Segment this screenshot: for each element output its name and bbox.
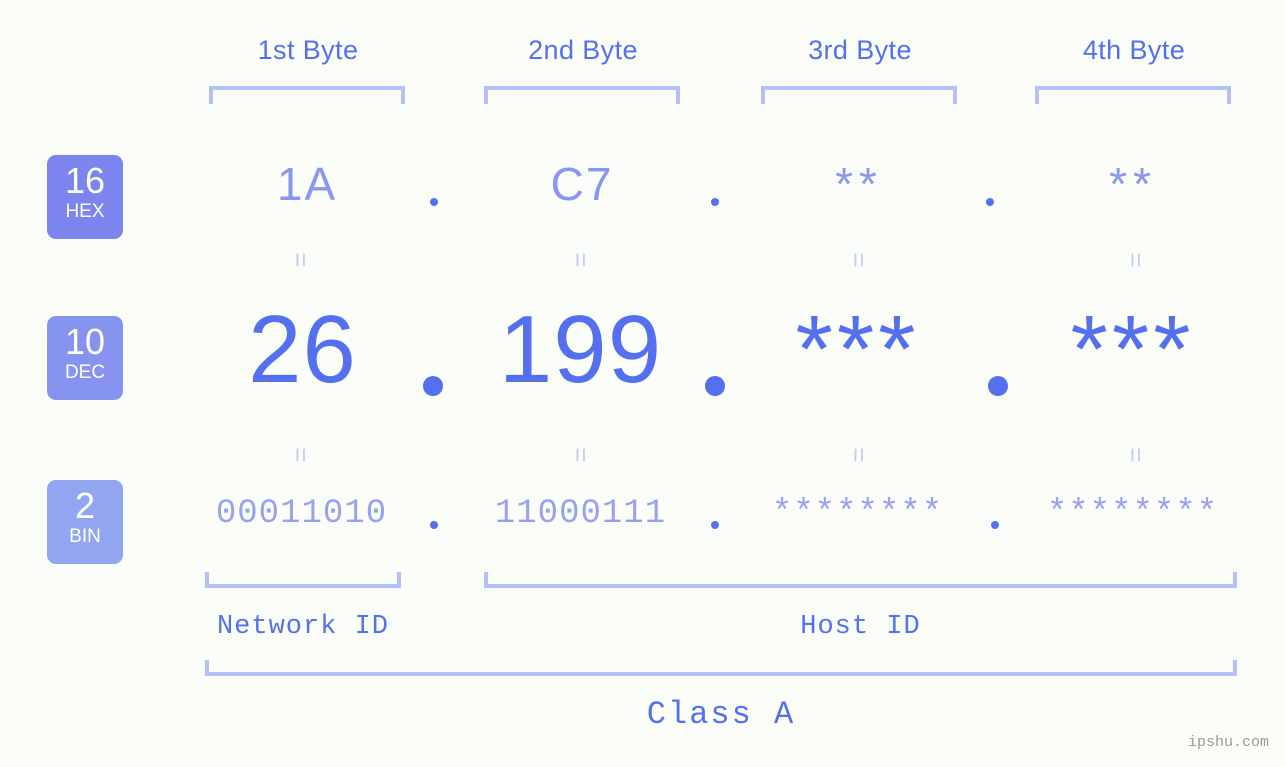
dec-separator-dot-3 [988,376,1008,396]
bin-byte-3: ******** [771,495,944,533]
watermark: ipshu.com [1187,734,1269,751]
dec-separator-dot-2 [705,376,725,396]
ip-address-diagram: 1st Byte 2nd Byte 3rd Byte 4th Byte 16 H… [0,0,1285,767]
bin-separator-dot-1 [430,521,438,529]
dec-byte-2: 199 [498,296,663,403]
network-id-bracket [205,572,401,588]
hex-separator-dot-2 [711,198,719,206]
class-label: Class A [646,696,796,733]
base-badge-bin-number: 2 [74,485,96,526]
bin-byte-4: ******** [1046,495,1219,533]
base-badge-dec-name: DEC [64,362,106,383]
hex-byte-2: C7 [550,158,614,210]
byte-header-4: 4th Byte [1082,35,1186,65]
bin-separator-dot-3 [991,521,999,529]
hex-byte-3: ** [835,158,883,210]
base-badge-hex-name: HEX [65,201,105,222]
hex-byte-1: 1A [276,158,338,210]
hex-separator-dot-1 [430,198,438,206]
network-id-label: Network ID [216,612,390,642]
connector-dec-bin-2: = [566,447,596,463]
connector-hex-dec-1: = [286,252,316,268]
bin-byte-2: 11000111 [494,495,667,533]
connector-hex-dec-3: = [844,252,874,268]
hex-byte-4: ** [1109,158,1157,210]
byte-header-3: 3rd Byte [808,35,912,65]
connector-hex-dec-2: = [566,252,596,268]
bin-separator-dot-2 [711,521,719,529]
byte-header-1: 1st Byte [257,35,359,65]
class-bracket [205,660,1237,676]
connector-dec-bin-3: = [844,447,874,463]
connector-dec-bin-4: = [1121,447,1151,463]
byte-header-2: 2nd Byte [528,35,638,65]
host-id-label: Host ID [800,612,921,642]
byte-bracket-2 [484,86,680,104]
host-id-bracket [484,572,1237,588]
base-badge-bin-name: BIN [69,526,101,547]
dec-byte-4: *** [1070,296,1195,403]
connector-dec-bin-1: = [286,447,316,463]
dec-separator-dot-1 [423,376,443,396]
base-badge-hex: 16 HEX [47,155,123,239]
byte-bracket-3 [761,86,957,104]
base-badge-hex-number: 16 [64,160,106,201]
byte-bracket-4 [1035,86,1231,104]
hex-separator-dot-3 [986,198,994,206]
byte-bracket-1 [209,86,405,104]
base-badge-dec-number: 10 [64,321,106,362]
dec-byte-1: 26 [248,296,357,403]
connector-hex-dec-4: = [1121,252,1151,268]
bin-byte-1: 00011010 [215,495,388,533]
dec-byte-3: *** [795,296,920,403]
base-badge-dec: 10 DEC [47,316,123,400]
base-badge-bin: 2 BIN [47,480,123,564]
